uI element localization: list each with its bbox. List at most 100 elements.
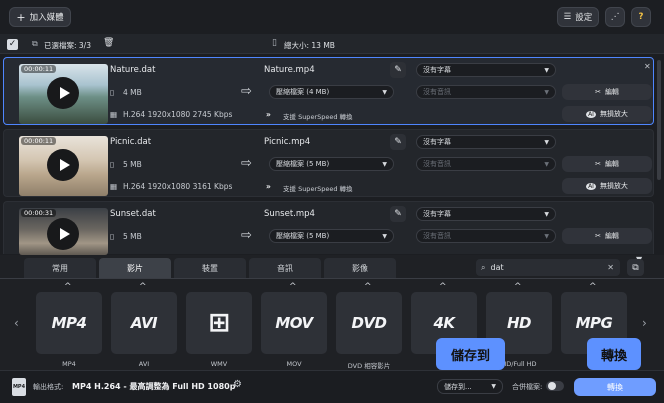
audio-dropdown[interactable]: 沒有音訊 ▼ bbox=[416, 157, 556, 171]
tab-common[interactable]: 常用 bbox=[24, 258, 96, 278]
help-button[interactable]: ? bbox=[631, 7, 651, 27]
file-icon: ▯ bbox=[110, 160, 115, 169]
tab-images[interactable]: 影像 bbox=[324, 258, 396, 278]
format-label: WMV bbox=[210, 360, 228, 368]
film-icon: ▦ bbox=[110, 110, 118, 119]
share-button[interactable]: ⋰ bbox=[605, 7, 625, 27]
video-thumbnail[interactable]: 00:00:31 bbox=[19, 208, 108, 255]
chevron-down-icon: ▼ bbox=[544, 139, 549, 146]
chevron-up-icon: ^ bbox=[589, 282, 597, 292]
rename-pencil-icon[interactable]: ✎ bbox=[390, 62, 406, 78]
settings-label: 設定 bbox=[575, 13, 593, 23]
output-name[interactable]: Nature.mp4 bbox=[264, 65, 315, 75]
edit-button[interactable]: ✂ 編輯 bbox=[562, 228, 652, 244]
file-row[interactable]: 00:00:11 Picnic.dat ▯ 5 MB ▦ H.264 1920x… bbox=[3, 129, 654, 197]
film-icon: ▦ bbox=[110, 182, 118, 191]
select-all-checkbox[interactable]: ✓ bbox=[7, 39, 18, 50]
file-icon: ▯ bbox=[110, 88, 115, 97]
source-name: Picnic.dat bbox=[110, 137, 152, 147]
duration-badge: 00:00:11 bbox=[21, 65, 57, 73]
subtitle-dropdown[interactable]: 沒有字幕 ▼ bbox=[416, 135, 556, 149]
clear-search-icon[interactable]: ✕ bbox=[607, 263, 614, 272]
audio-value: 沒有音訊 bbox=[423, 88, 451, 96]
trash-icon[interactable]: 🗑 bbox=[103, 38, 114, 48]
rename-pencil-icon[interactable]: ✎ bbox=[390, 134, 406, 150]
ai-upscale-button[interactable]: AI 無損放大 bbox=[562, 106, 652, 122]
play-icon[interactable] bbox=[47, 149, 79, 181]
output-format-value[interactable]: MP4 H.264 - 最高調整為 Full HD 1080p bbox=[72, 381, 235, 392]
gear-icon[interactable]: ⚙ bbox=[233, 379, 242, 390]
output-name[interactable]: Sunset.mp4 bbox=[264, 209, 315, 219]
selected-count: 已選檔案: 3/3 bbox=[44, 41, 91, 50]
format-logo: AVI bbox=[130, 314, 158, 332]
format-logo: 4K bbox=[433, 314, 455, 332]
file-size-icon: ▯ bbox=[272, 38, 277, 48]
scissors-icon: ✂ bbox=[595, 232, 601, 240]
source-codec: H.264 1920x1080 2745 Kbps bbox=[123, 110, 233, 119]
chevron-up-icon: ^ bbox=[139, 282, 147, 292]
play-icon[interactable] bbox=[47, 77, 79, 109]
settings-button[interactable]: ☰ 設定 bbox=[557, 7, 599, 27]
format-tile-avi[interactable]: ^ AVI bbox=[111, 282, 177, 354]
chevron-up-icon: ^ bbox=[64, 282, 72, 292]
play-icon[interactable] bbox=[47, 218, 79, 250]
format-logo: MPG bbox=[575, 314, 613, 332]
list-scrollbar[interactable] bbox=[657, 60, 661, 180]
audio-value: 沒有音訊 bbox=[423, 160, 451, 168]
chevron-up-icon: ^ bbox=[364, 282, 372, 292]
format-tile-wmv[interactable]: ⊞ bbox=[186, 292, 252, 354]
tab-devices[interactable]: 裝置 bbox=[174, 258, 246, 278]
output-size-dropdown[interactable]: 壓縮檔案 (5 MB) ▼ bbox=[269, 157, 394, 171]
edit-button[interactable]: ✂ 編輯 bbox=[562, 156, 652, 172]
scroll-left-icon[interactable]: ‹ bbox=[14, 316, 19, 330]
chevron-down-icon: ▼ bbox=[544, 67, 549, 74]
files-icon: ⧉ bbox=[32, 39, 38, 48]
help-icon: ? bbox=[638, 12, 644, 22]
format-tile-mp4[interactable]: ^ MP4 bbox=[36, 282, 102, 354]
output-size-dropdown[interactable]: 壓縮檔案 (4 MB) ▼ bbox=[269, 85, 394, 99]
output-format-icon: MP4 bbox=[12, 378, 26, 396]
video-thumbnail[interactable]: 00:00:11 bbox=[19, 136, 108, 196]
format-label: MP4 bbox=[62, 360, 76, 368]
plus-icon: + bbox=[16, 10, 26, 24]
format-logo: MP4 bbox=[51, 314, 87, 332]
duration-badge: 00:00:11 bbox=[21, 137, 57, 145]
output-format-label: 輸出格式: bbox=[33, 383, 64, 391]
edit-button[interactable]: ✂ 編輯 bbox=[562, 84, 652, 100]
ai-upscale-button[interactable]: AI 無損放大 bbox=[562, 178, 652, 194]
file-row[interactable]: 00:00:11 Nature.dat ▯ 4 MB ▦ H.264 1920x… bbox=[3, 57, 654, 125]
format-search-box[interactable]: ⌕ dat ✕ bbox=[476, 259, 620, 276]
superspeed-label: 支援 SuperSpeed 轉換 bbox=[283, 113, 353, 121]
rename-pencil-icon[interactable]: ✎ bbox=[390, 206, 406, 222]
tab-audio[interactable]: 音訊 bbox=[249, 258, 321, 278]
close-icon[interactable]: ✕ bbox=[644, 62, 651, 71]
scroll-right-icon[interactable]: › bbox=[642, 316, 647, 330]
format-tile-dvd[interactable]: ^ DVD bbox=[336, 282, 402, 354]
output-size-value: 壓縮檔案 (5 MB) bbox=[276, 160, 330, 168]
audio-dropdown[interactable]: 沒有音訊 ▼ bbox=[416, 229, 556, 243]
merge-files-toggle[interactable] bbox=[546, 381, 564, 391]
file-icon: ▯ bbox=[110, 232, 115, 241]
merge-files-label: 合併檔案: bbox=[512, 383, 543, 391]
convert-button[interactable]: 轉換 bbox=[574, 378, 656, 396]
output-size-dropdown[interactable]: 壓縮檔案 (5 MB) ▼ bbox=[269, 229, 394, 243]
tab-video[interactable]: 影片 bbox=[99, 258, 171, 278]
subtitle-dropdown[interactable]: 沒有字幕 ▼ bbox=[416, 63, 556, 77]
output-size-value: 壓縮檔案 (4 MB) bbox=[276, 88, 330, 96]
scissors-icon: ✂ bbox=[595, 160, 601, 168]
preset-settings-icon[interactable]: ⧉ bbox=[627, 259, 644, 276]
search-input[interactable]: dat bbox=[490, 263, 503, 272]
chevron-down-icon: ▼ bbox=[491, 383, 496, 390]
save-to-dropdown[interactable]: 儲存到... ▼ bbox=[437, 379, 503, 394]
search-icon: ⌕ bbox=[481, 262, 486, 272]
chevron-down-icon: ▼ bbox=[382, 233, 387, 240]
file-row[interactable]: 00:00:31 Sunset.dat ▯ 5 MB ⇨ Sunset.mp4 … bbox=[3, 201, 654, 255]
output-name[interactable]: Picnic.mp4 bbox=[264, 137, 310, 147]
video-thumbnail[interactable]: 00:00:11 bbox=[19, 64, 108, 124]
format-tile-mov[interactable]: ^ MOV bbox=[261, 282, 327, 354]
add-media-button[interactable]: + 加入媒體 bbox=[9, 7, 71, 27]
total-size: 總大小: 13 MB bbox=[284, 41, 335, 50]
subtitle-dropdown[interactable]: 沒有字幕 ▼ bbox=[416, 207, 556, 221]
audio-dropdown[interactable]: 沒有音訊 ▼ bbox=[416, 85, 556, 99]
audio-value: 沒有音訊 bbox=[423, 232, 451, 240]
